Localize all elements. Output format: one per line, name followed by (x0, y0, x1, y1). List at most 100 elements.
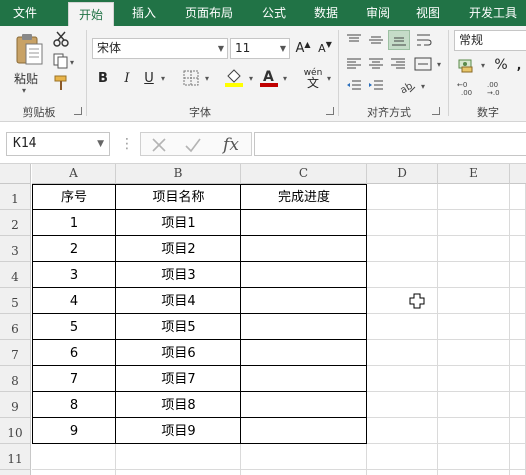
column-header-c[interactable]: C (241, 164, 367, 184)
merge-center-icon[interactable] (412, 56, 434, 72)
table-cell[interactable] (241, 262, 367, 288)
table-cell[interactable] (241, 392, 367, 418)
row-header[interactable]: 9 (0, 392, 31, 418)
table-cell[interactable] (241, 366, 367, 392)
decrease-indent-icon[interactable] (344, 78, 364, 94)
table-cell[interactable]: 项目8 (116, 392, 241, 418)
table-cell[interactable]: 项目4 (116, 288, 241, 314)
table-cell[interactable]: 项目9 (116, 418, 241, 444)
column-header-b[interactable]: B (116, 164, 241, 184)
column-header-e[interactable]: E (438, 164, 510, 184)
row-header[interactable]: 3 (0, 236, 31, 262)
table-cell[interactable] (241, 210, 367, 236)
cut-icon[interactable] (52, 30, 70, 48)
worksheet-grid[interactable]: A B C D E 123456789101112 序号项目名称完成进度1项目1… (0, 164, 526, 475)
table-cell[interactable]: 项目5 (116, 314, 241, 340)
font-name-select[interactable]: 宋体 ▼ (92, 38, 228, 59)
enter-icon[interactable] (181, 135, 205, 155)
row-header[interactable]: 8 (0, 366, 31, 392)
row-header[interactable]: 6 (0, 314, 31, 340)
tab-data[interactable]: 数据 (306, 0, 346, 26)
cancel-icon[interactable] (147, 135, 171, 155)
table-header-cell[interactable]: 完成进度 (241, 184, 367, 210)
insert-function-button[interactable]: fx (217, 134, 245, 156)
merge-dropdown-arrow[interactable]: ▾ (434, 56, 444, 72)
wrap-text-icon[interactable] (414, 30, 434, 50)
tab-formulas[interactable]: 公式 (254, 0, 294, 26)
align-center-icon[interactable] (366, 56, 386, 72)
fill-color-icon[interactable] (222, 66, 246, 88)
tab-file[interactable]: 文件 (0, 0, 50, 26)
row-header[interactable]: 2 (0, 210, 31, 236)
tab-view[interactable]: 视图 (408, 0, 448, 26)
table-cell[interactable] (241, 288, 367, 314)
fill-color-dropdown-arrow[interactable]: ▾ (246, 68, 256, 88)
table-cell[interactable]: 项目7 (116, 366, 241, 392)
table-cell[interactable]: 项目3 (116, 262, 241, 288)
table-cell[interactable]: 5 (32, 314, 116, 340)
increase-decimal-icon[interactable]: ←0.00 (456, 78, 480, 98)
font-launcher-icon[interactable] (326, 107, 334, 115)
paste-dropdown-arrow[interactable]: ▾ (22, 86, 26, 95)
increase-indent-icon[interactable] (366, 78, 386, 94)
tab-home[interactable]: 开始 (68, 2, 114, 26)
formula-input[interactable] (254, 132, 526, 156)
grow-font-button[interactable]: A ▲ (294, 38, 312, 59)
table-cell[interactable] (241, 340, 367, 366)
select-all-corner[interactable] (0, 164, 31, 184)
font-size-select[interactable]: 11 ▼ (230, 38, 290, 59)
table-cell[interactable]: 项目2 (116, 236, 241, 262)
align-bottom-icon[interactable] (388, 30, 410, 50)
align-left-icon[interactable] (344, 56, 364, 72)
table-cell[interactable] (241, 314, 367, 340)
row-header[interactable]: 12 (0, 470, 31, 475)
column-header-a[interactable]: A (32, 164, 116, 184)
tab-developer[interactable]: 开发工具 (460, 0, 526, 26)
table-header-cell[interactable]: 项目名称 (116, 184, 241, 210)
italic-button[interactable]: I (118, 68, 136, 88)
currency-icon[interactable] (456, 56, 478, 74)
row-header[interactable]: 11 (0, 444, 31, 470)
borders-dropdown-arrow[interactable]: ▾ (202, 68, 212, 88)
currency-dropdown-arrow[interactable]: ▾ (478, 56, 488, 74)
tab-review[interactable]: 审阅 (358, 0, 398, 26)
comma-style-icon[interactable]: , (512, 56, 526, 74)
table-cell[interactable]: 项目1 (116, 210, 241, 236)
table-cell[interactable]: 6 (32, 340, 116, 366)
underline-button[interactable]: U (140, 68, 158, 88)
table-cell[interactable]: 3 (32, 262, 116, 288)
copy-icon[interactable]: ▾ (52, 52, 78, 70)
phonetic-guide-button[interactable]: wén 文 (300, 66, 326, 90)
table-cell[interactable]: 项目6 (116, 340, 241, 366)
underline-dropdown-arrow[interactable]: ▾ (158, 68, 168, 88)
column-header-d[interactable]: D (367, 164, 438, 184)
table-header-cell[interactable]: 序号 (32, 184, 116, 210)
align-top-icon[interactable] (344, 32, 364, 48)
table-cell[interactable] (241, 418, 367, 444)
row-header[interactable]: 10 (0, 418, 31, 444)
clipboard-launcher-icon[interactable] (74, 107, 82, 115)
decrease-decimal-icon[interactable]: .00 →.0 (484, 78, 508, 98)
row-header[interactable]: 7 (0, 340, 31, 366)
table-cell[interactable]: 9 (32, 418, 116, 444)
percent-button[interactable]: % (492, 56, 510, 74)
tab-insert[interactable]: 插入 (122, 0, 166, 26)
name-box[interactable]: K14 ▼ (6, 132, 110, 156)
align-right-icon[interactable] (388, 56, 408, 72)
font-color-dropdown-arrow[interactable]: ▾ (280, 68, 290, 88)
orientation-icon[interactable]: ab (396, 76, 418, 96)
row-header[interactable]: 1 (0, 184, 31, 210)
format-painter-icon[interactable] (52, 74, 70, 92)
font-color-icon[interactable]: A (258, 66, 280, 88)
paste-button-label[interactable]: 粘贴 (14, 70, 38, 87)
table-cell[interactable]: 4 (32, 288, 116, 314)
row-header[interactable]: 4 (0, 262, 31, 288)
number-format-select[interactable]: 常规 (454, 30, 526, 51)
alignment-launcher-icon[interactable] (432, 107, 440, 115)
borders-icon[interactable] (180, 68, 202, 88)
paste-icon[interactable] (10, 30, 48, 70)
tab-page-layout[interactable]: 页面布局 (176, 0, 242, 26)
table-cell[interactable]: 8 (32, 392, 116, 418)
bold-button[interactable]: B (94, 68, 112, 88)
align-middle-icon[interactable] (366, 32, 386, 48)
